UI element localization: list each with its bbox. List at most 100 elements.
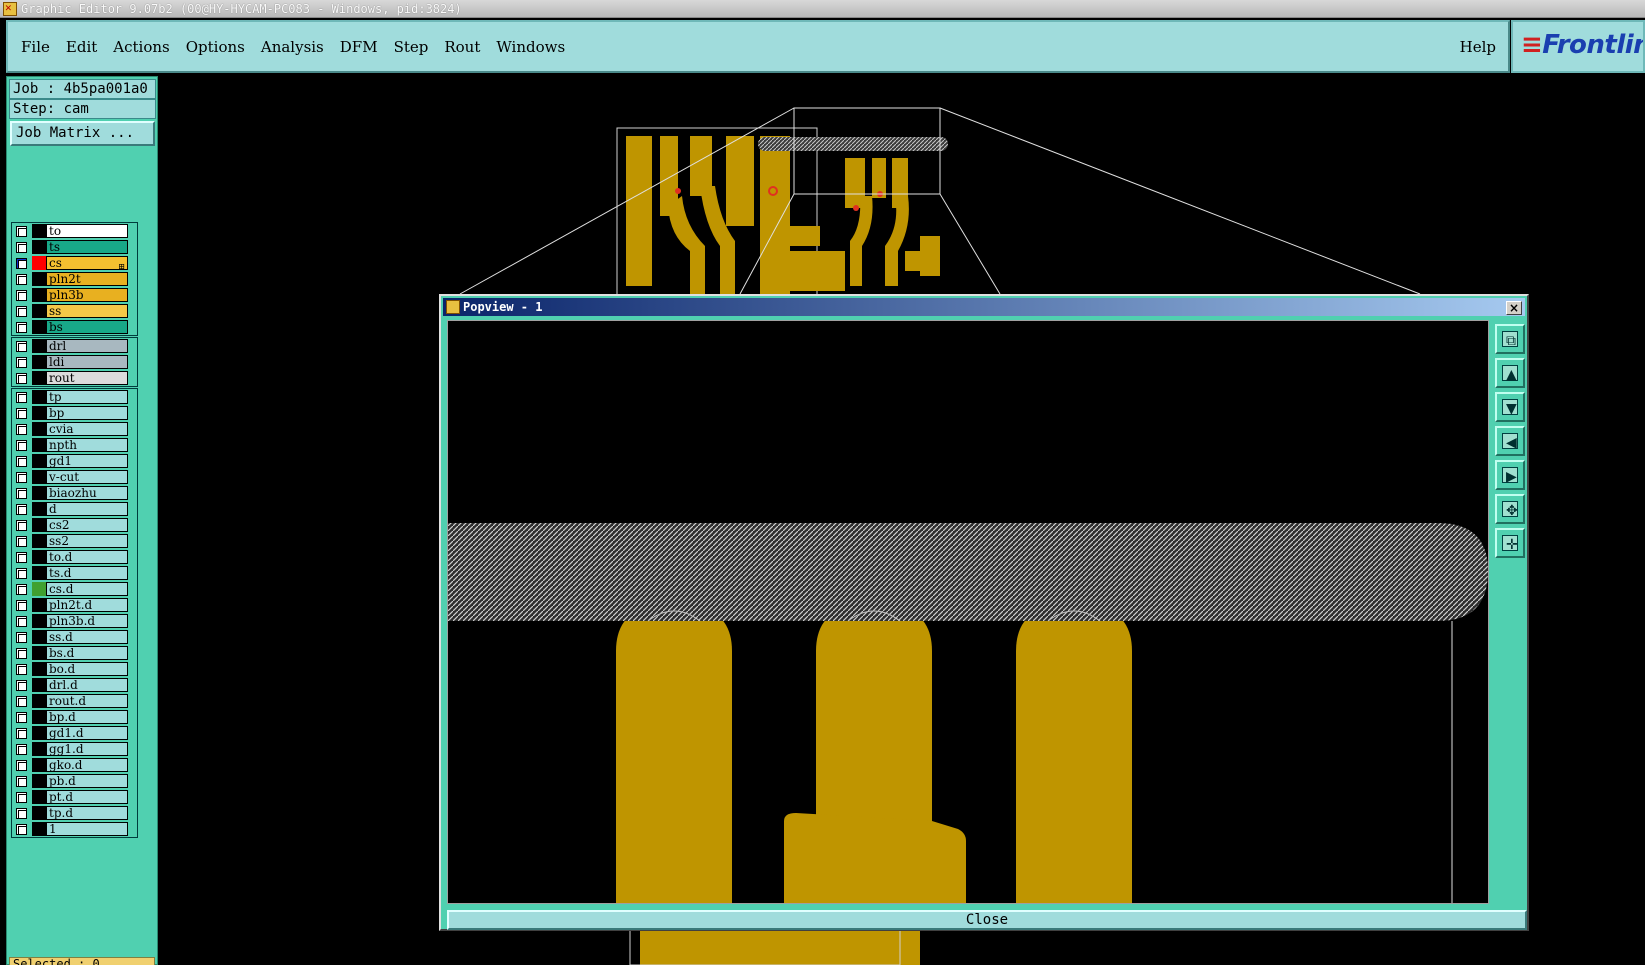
menu-options[interactable]: Options [186, 38, 245, 56]
layer-row[interactable]: tp [12, 389, 137, 405]
layer-affected-indicator[interactable] [32, 256, 46, 270]
layer-row[interactable]: ss.d [12, 629, 137, 645]
layer-row[interactable]: gg1.d [12, 741, 137, 757]
layer-name[interactable]: pln2t [46, 272, 128, 286]
layer-row[interactable]: cs2 [12, 517, 137, 533]
layer-affected-indicator[interactable] [32, 304, 46, 318]
layer-name[interactable]: tp.d [46, 806, 128, 820]
layer-name[interactable]: bp.d [46, 710, 128, 724]
layer-checkbox[interactable] [16, 584, 27, 595]
close-button[interactable]: Close [447, 910, 1527, 930]
layer-checkbox[interactable] [16, 792, 27, 803]
layer-row[interactable]: to [12, 223, 137, 239]
layer-affected-indicator[interactable] [32, 371, 46, 385]
layer-name[interactable]: rout [46, 371, 128, 385]
layer-name[interactable]: ts [46, 240, 128, 254]
layer-affected-indicator[interactable] [32, 390, 46, 404]
layer-name[interactable]: cs.d [46, 582, 128, 596]
layer-name[interactable]: cvia [46, 422, 128, 436]
layer-row[interactable]: bs.d [12, 645, 137, 661]
layer-affected-indicator[interactable] [32, 406, 46, 420]
layer-row[interactable]: to.d [12, 549, 137, 565]
layer-affected-indicator[interactable] [32, 470, 46, 484]
layer-affected-indicator[interactable] [32, 742, 46, 756]
zoom-window-button[interactable]: ⧉ [1495, 324, 1525, 354]
layer-affected-indicator[interactable] [32, 758, 46, 772]
layer-name[interactable]: to.d [46, 550, 128, 564]
layer-name[interactable]: drl [46, 339, 128, 353]
layer-checkbox[interactable] [16, 472, 27, 483]
layer-checkbox[interactable] [16, 226, 27, 237]
layer-checkbox[interactable] [16, 712, 27, 723]
layer-checkbox[interactable] [16, 322, 27, 333]
menu-file[interactable]: File [21, 38, 50, 56]
layer-name[interactable]: biaozhu [46, 486, 128, 500]
layer-name[interactable]: pln3b [46, 288, 128, 302]
layer-name[interactable]: pln3b.d [46, 614, 128, 628]
layer-row[interactable]: drl [12, 338, 137, 354]
layer-name[interactable]: pt.d [46, 790, 128, 804]
layer-row[interactable]: rout [12, 370, 137, 386]
layer-name[interactable]: cs ⊞ [46, 256, 128, 270]
layer-name[interactable]: ss.d [46, 630, 128, 644]
layer-affected-indicator[interactable] [32, 662, 46, 676]
layer-row[interactable]: pln2t.d [12, 597, 137, 613]
layer-row[interactable]: ss2 [12, 533, 137, 549]
layer-checkbox[interactable] [16, 776, 27, 787]
layer-row[interactable]: bs [12, 319, 137, 335]
layer-checkbox[interactable] [16, 680, 27, 691]
menu-rout[interactable]: Rout [444, 38, 480, 56]
zoom-out-button[interactable]: ✥ [1495, 494, 1525, 524]
layer-row[interactable]: bp [12, 405, 137, 421]
layer-checkbox[interactable] [16, 728, 27, 739]
layer-checkbox[interactable] [16, 648, 27, 659]
layer-name[interactable]: bo.d [46, 662, 128, 676]
pan-down-button[interactable]: ▼ [1495, 392, 1525, 422]
layer-name[interactable]: rout.d [46, 694, 128, 708]
menu-windows[interactable]: Windows [496, 38, 565, 56]
layer-row[interactable]: cs.d [12, 581, 137, 597]
layer-affected-indicator[interactable] [32, 822, 46, 836]
layer-affected-indicator[interactable] [32, 240, 46, 254]
layer-name[interactable]: bs [46, 320, 128, 334]
layer-row[interactable]: pt.d [12, 789, 137, 805]
layer-affected-indicator[interactable] [32, 710, 46, 724]
layer-row[interactable]: pln3b [12, 287, 137, 303]
layer-row[interactable]: v-cut [12, 469, 137, 485]
layer-name[interactable]: gd1 [46, 454, 128, 468]
layer-row[interactable]: 1 [12, 821, 137, 837]
layer-row[interactable]: cs ⊞ [12, 255, 137, 271]
layer-affected-indicator[interactable] [32, 438, 46, 452]
layer-checkbox[interactable] [16, 568, 27, 579]
layer-affected-indicator[interactable] [32, 320, 46, 334]
layer-name[interactable]: drl.d [46, 678, 128, 692]
layer-affected-indicator[interactable] [32, 502, 46, 516]
layer-row[interactable]: d [12, 501, 137, 517]
layer-name[interactable]: ss2 [46, 534, 128, 548]
pan-up-button[interactable]: ▲ [1495, 358, 1525, 388]
layer-checkbox[interactable] [16, 290, 27, 301]
layer-row[interactable]: ts.d [12, 565, 137, 581]
layer-affected-indicator[interactable] [32, 694, 46, 708]
layer-checkbox[interactable] [16, 504, 27, 515]
layer-checkbox[interactable] [16, 520, 27, 531]
layer-affected-indicator[interactable] [32, 486, 46, 500]
layer-checkbox[interactable] [16, 274, 27, 285]
menu-help[interactable]: Help [1460, 38, 1496, 56]
popview-titlebar[interactable]: Popview - 1 × [443, 298, 1525, 316]
layer-name[interactable]: gd1.d [46, 726, 128, 740]
layer-row[interactable]: gd1 [12, 453, 137, 469]
layer-name[interactable]: pb.d [46, 774, 128, 788]
layer-name[interactable]: npth [46, 438, 128, 452]
popview-canvas[interactable] [447, 320, 1489, 904]
layer-name[interactable]: tp [46, 390, 128, 404]
menu-edit[interactable]: Edit [66, 38, 97, 56]
layer-checkbox[interactable] [16, 760, 27, 771]
layer-checkbox[interactable] [16, 373, 27, 384]
layer-affected-indicator[interactable] [32, 272, 46, 286]
layer-row[interactable]: drl.d [12, 677, 137, 693]
layer-row[interactable]: pln3b.d [12, 613, 137, 629]
layer-affected-indicator[interactable] [32, 454, 46, 468]
layer-row[interactable]: pln2t [12, 271, 137, 287]
layer-row[interactable]: pb.d [12, 773, 137, 789]
